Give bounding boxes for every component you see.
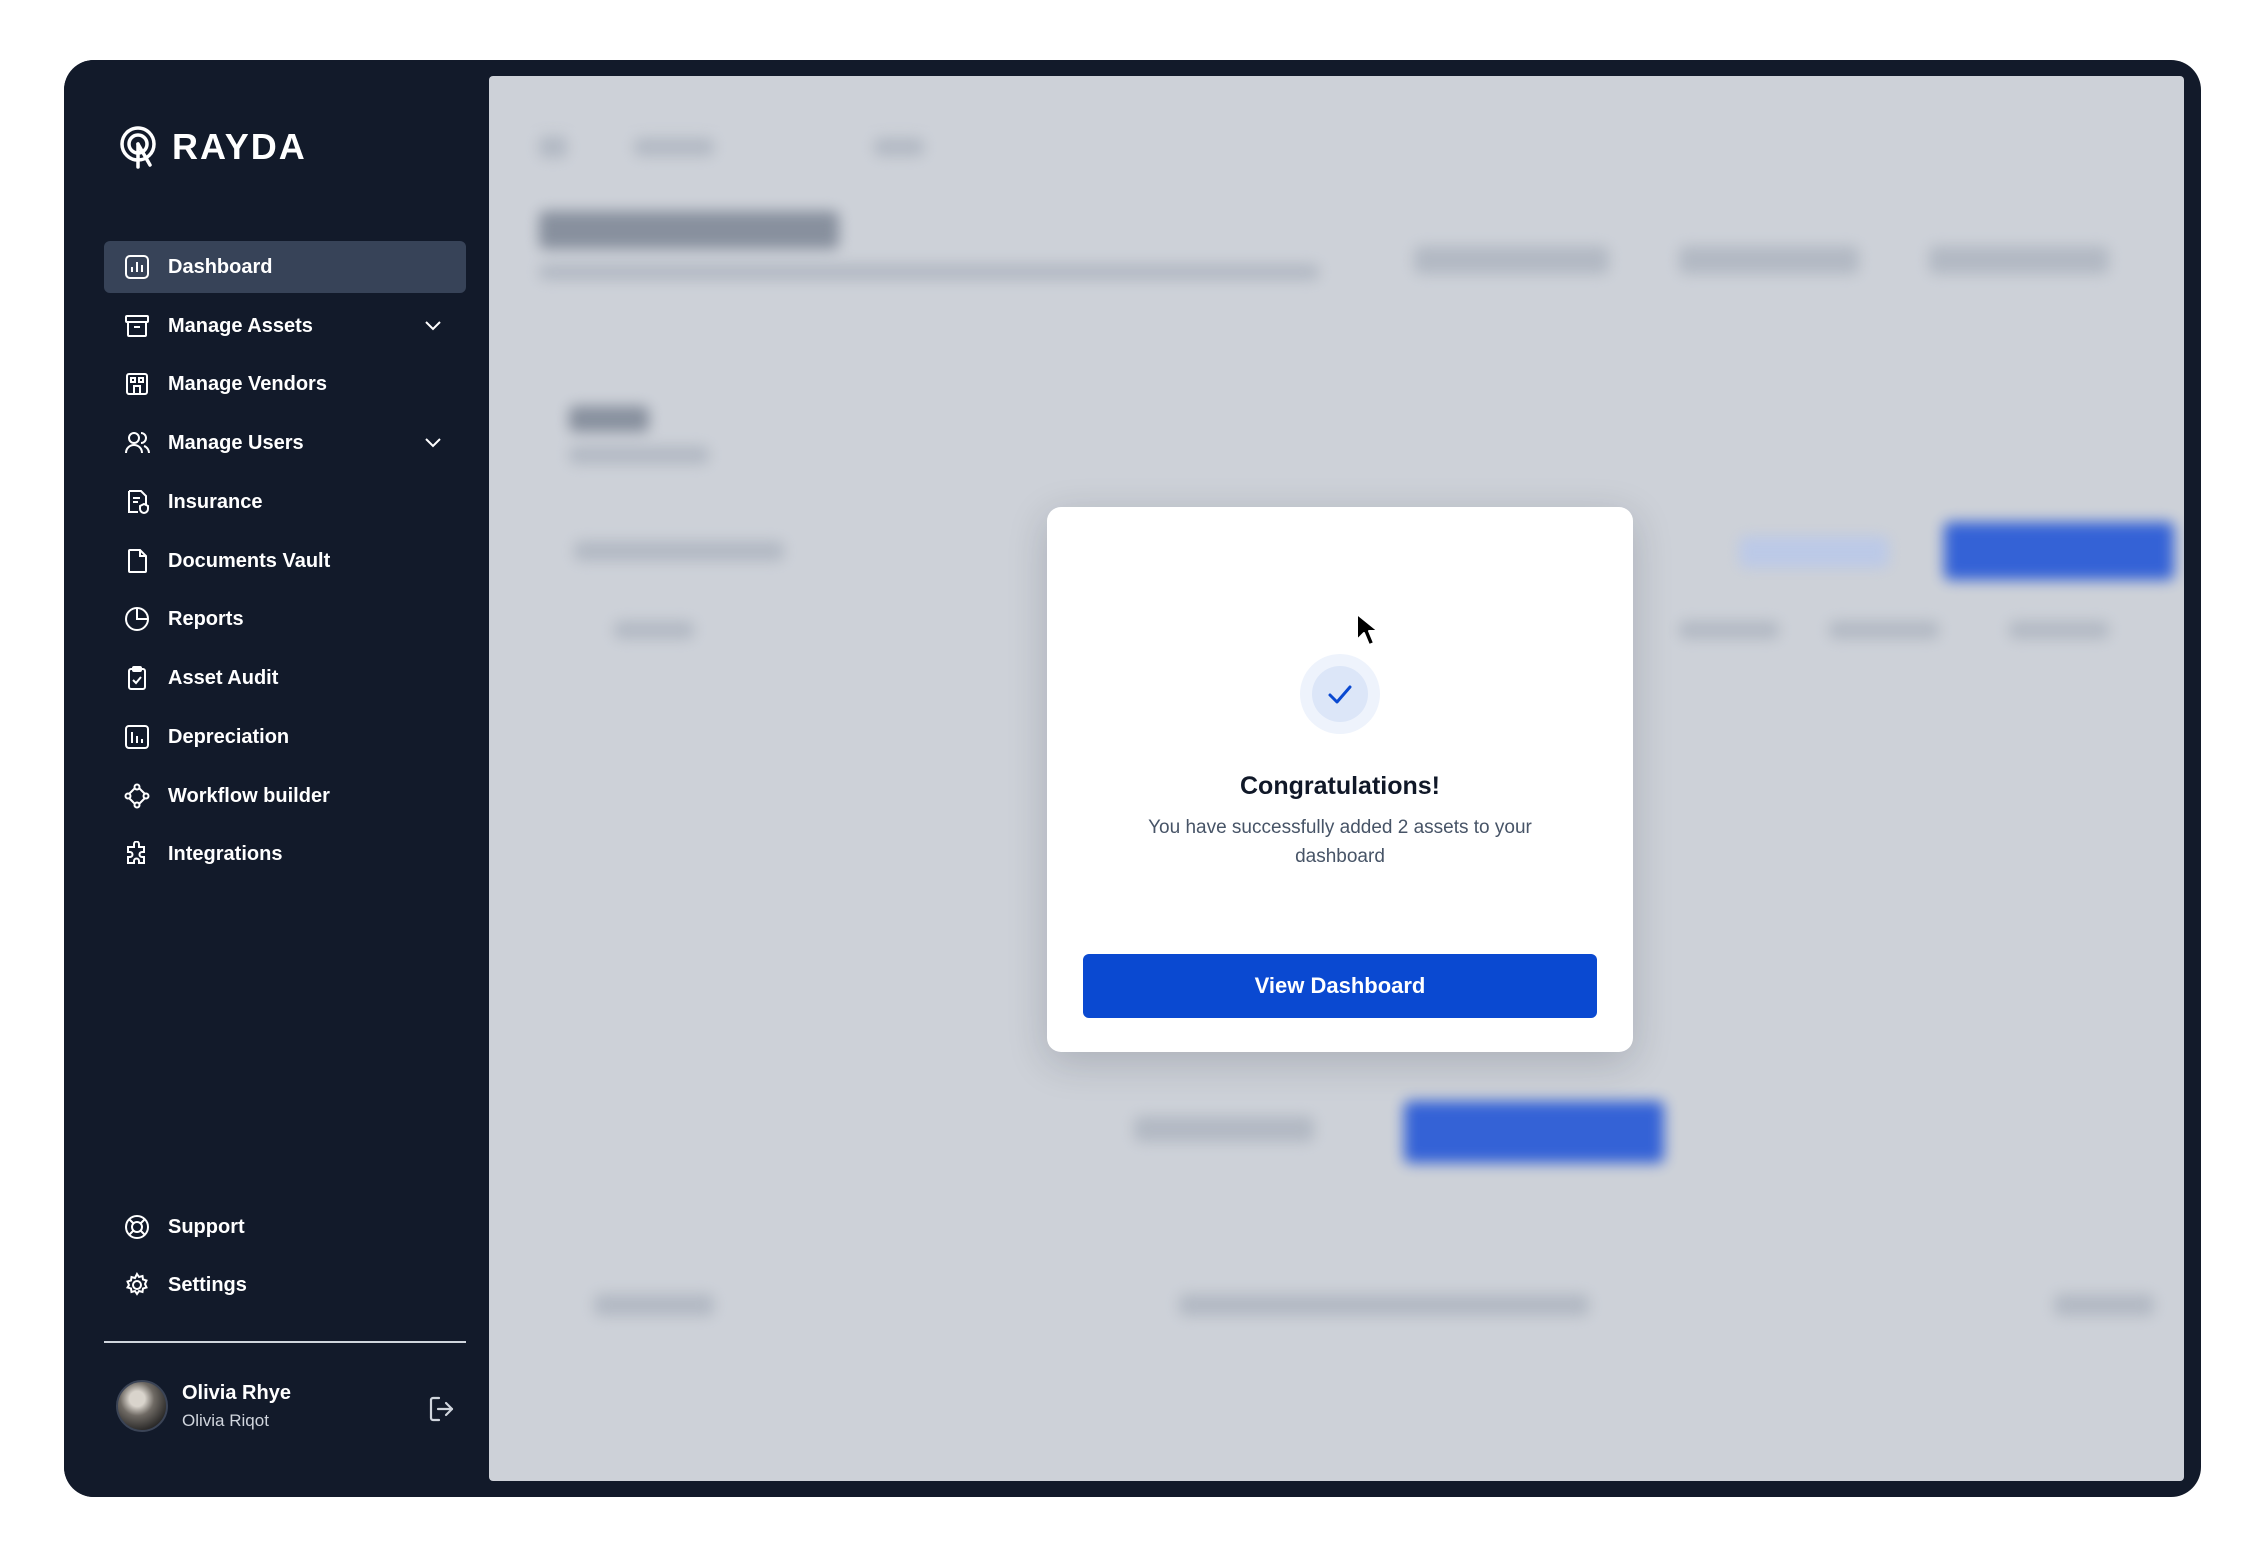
sidebar-item-label: Reports <box>168 607 244 630</box>
life-buoy-icon <box>122 1212 152 1242</box>
sidebar-item-reports[interactable]: Reports <box>104 593 466 645</box>
sidebar-item-label: Settings <box>168 1273 247 1296</box>
clipboard-check-icon <box>122 663 152 693</box>
sidebar-item-support[interactable]: Support <box>104 1201 466 1253</box>
success-icon-badge <box>1300 654 1380 734</box>
sidebar-item-manage-users[interactable]: Manage Users <box>104 417 466 469</box>
user-profile[interactable]: Olivia Rhye Olivia Riqot <box>116 1380 291 1432</box>
sidebar-divider <box>104 1341 466 1343</box>
gear-icon <box>122 1270 152 1300</box>
sidebar-item-label: Manage Assets <box>168 314 313 337</box>
user-subtitle: Olivia Riqot <box>182 1410 269 1430</box>
sidebar: RAYDA Dashboard Manage Assets Manage Ven… <box>64 60 489 1497</box>
sidebar-item-label: Manage Vendors <box>168 372 327 395</box>
sidebar-item-insurance[interactable]: Insurance <box>104 476 466 528</box>
dataflow-icon <box>122 781 152 811</box>
sidebar-item-label: Dashboard <box>168 255 273 278</box>
brand-name: RAYDA <box>172 126 307 167</box>
modal-message: You have successfully added 2 assets to … <box>1148 817 1532 867</box>
sidebar-item-label: Integrations <box>168 842 283 865</box>
user-name: Olivia Rhye <box>182 1381 291 1404</box>
sidebar-item-manage-assets[interactable]: Manage Assets <box>104 300 466 352</box>
sidebar-item-integrations[interactable]: Integrations <box>104 828 466 880</box>
sidebar-item-label: Manage Users <box>168 431 304 454</box>
users-icon <box>122 428 152 458</box>
sidebar-item-label: Depreciation <box>168 725 290 748</box>
mouse-cursor-icon <box>1356 613 1379 646</box>
chevron-down-icon[interactable] <box>422 431 444 453</box>
bar-chart-icon <box>122 722 152 752</box>
sidebar-item-label: Insurance <box>168 490 263 513</box>
pie-chart-icon <box>122 604 152 634</box>
success-modal: Congratulations! You have successfully a… <box>1047 507 1633 1052</box>
file-icon <box>122 546 152 576</box>
modal-title: Congratulations! <box>1240 772 1440 800</box>
chevron-down-icon[interactable] <box>422 314 444 336</box>
file-shield-icon <box>122 487 152 517</box>
view-dashboard-button[interactable]: View Dashboard <box>1083 954 1597 1018</box>
check-icon <box>1328 685 1352 704</box>
logout-icon[interactable] <box>427 1394 457 1424</box>
brand-logo[interactable]: RAYDA <box>116 125 307 169</box>
sidebar-item-dashboard[interactable]: Dashboard <box>104 241 466 293</box>
sidebar-item-workflow-builder[interactable]: Workflow builder <box>104 770 466 822</box>
sidebar-item-label: Support <box>168 1215 245 1238</box>
sidebar-item-settings[interactable]: Settings <box>104 1259 466 1311</box>
avatar <box>116 1380 168 1432</box>
bar-chart-square-icon <box>122 252 152 282</box>
sidebar-item-manage-vendors[interactable]: Manage Vendors <box>104 358 466 410</box>
location-pin-logo-icon <box>120 126 156 169</box>
puzzle-piece-icon <box>122 839 152 869</box>
sidebar-item-label: Documents Vault <box>168 549 331 572</box>
sidebar-item-documents-vault[interactable]: Documents Vault <box>104 535 466 587</box>
building-icon <box>122 369 152 399</box>
sidebar-item-label: Workflow builder <box>168 784 330 807</box>
sidebar-item-label: Asset Audit <box>168 666 279 689</box>
archive-box-icon <box>122 311 152 341</box>
sidebar-item-asset-audit[interactable]: Asset Audit <box>104 652 466 704</box>
sidebar-item-depreciation[interactable]: Depreciation <box>104 711 466 763</box>
